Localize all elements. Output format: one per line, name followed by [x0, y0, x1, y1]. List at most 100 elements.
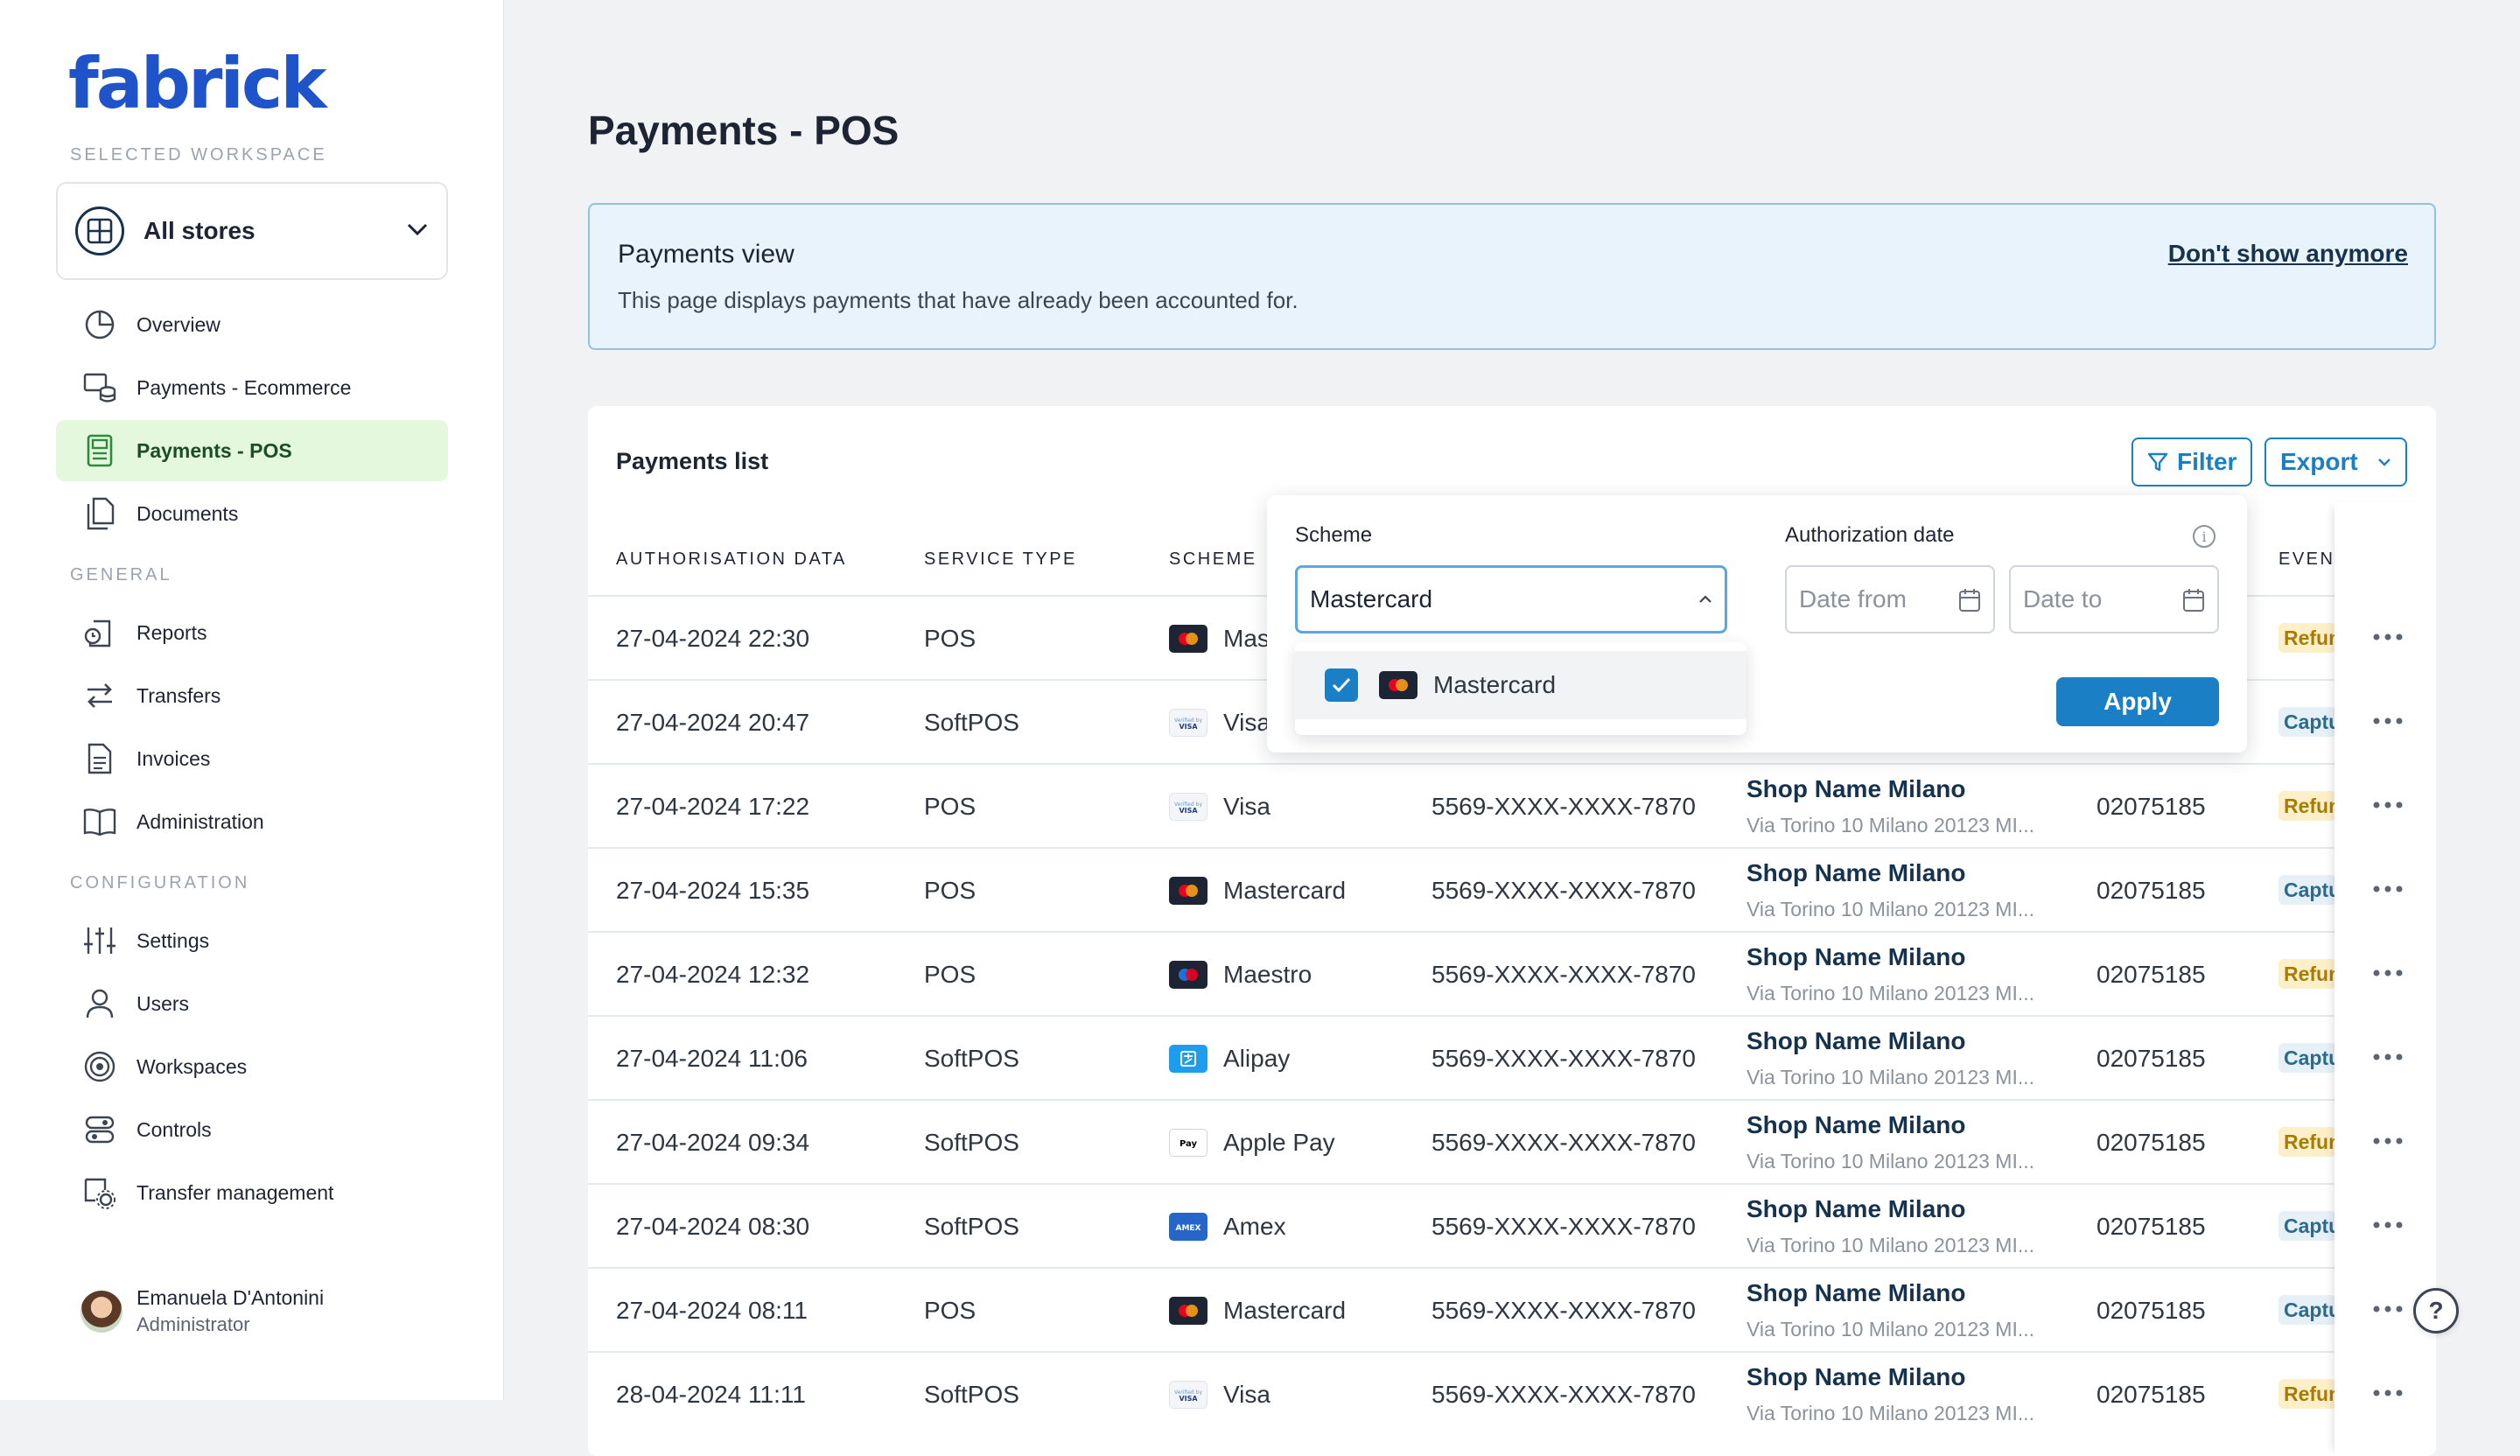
sidebar-item-users[interactable]: Users: [56, 973, 448, 1034]
workspace-section-label: SELECTED WORKSPACE: [70, 145, 327, 164]
visa-logo-icon: Verified by VISA: [1169, 793, 1208, 821]
column-header-scheme[interactable]: SCHEME: [1169, 550, 1257, 570]
date-from-input[interactable]: Date from: [1785, 565, 1995, 634]
workspace-select[interactable]: All stores: [56, 182, 448, 280]
row-actions-menu-icon[interactable]: [2373, 1015, 2403, 1099]
row-shop-name[interactable]: Shop Name Milano: [1746, 775, 1965, 803]
documents-icon: [82, 496, 117, 531]
row-service-type: SoftPOS: [924, 709, 1019, 736]
row-actions-menu-icon[interactable]: [2373, 847, 2403, 931]
row-actions-menu-icon[interactable]: [2373, 1267, 2403, 1351]
table-row[interactable]: 27-04-2024 09:34 SoftPOS Pay Apple Pay 5569…: [588, 1099, 2436, 1183]
date-to-input[interactable]: Date to: [2009, 565, 2219, 634]
sidebar-item-payments-pos[interactable]: Payments - POS: [56, 420, 448, 481]
help-button[interactable]: ?: [2413, 1288, 2459, 1334]
row-card-number: 5569-XXXX-XXXX-7870: [1432, 1045, 1696, 1072]
sidebar-item-workspaces[interactable]: Workspaces: [56, 1036, 448, 1097]
row-date: 27-04-2024 08:11: [616, 1297, 808, 1324]
visa-logo-icon: Verified by VISA: [1169, 709, 1208, 737]
scheme-dropdown: Mastercard: [1295, 642, 1746, 735]
row-date: 27-04-2024 09:34: [616, 1129, 810, 1156]
sidebar-item-settings[interactable]: Settings: [56, 910, 448, 971]
transfer-settings-icon: [82, 1175, 117, 1210]
general-section-label: GENERAL: [70, 565, 172, 584]
row-actions-menu-icon[interactable]: [2373, 1351, 2403, 1435]
row-shop-name[interactable]: Shop Name Milano: [1746, 1279, 1965, 1307]
row-card-number: 5569-XXXX-XXXX-7870: [1432, 1297, 1696, 1324]
sidebar-item-label: Overview: [136, 312, 220, 336]
row-shop-name[interactable]: Shop Name Milano: [1746, 1363, 1965, 1391]
sidebar-item-label: Transfers: [136, 683, 221, 707]
row-service-type: SoftPOS: [924, 1129, 1019, 1156]
row-actions-menu-icon[interactable]: [2373, 679, 2403, 763]
row-shop-name[interactable]: Shop Name Milano: [1746, 943, 1965, 971]
sidebar-item-label: Transfer management: [136, 1180, 334, 1204]
payments-list-title: Payments list: [616, 448, 769, 474]
sidebar-item-transfer-management[interactable]: Transfer management: [56, 1162, 448, 1223]
sidebar-item-invoices[interactable]: Invoices: [56, 728, 448, 789]
table-row[interactable]: 28-04-2024 11:11 SoftPOS Verified by VISA Vi…: [588, 1351, 2436, 1435]
table-row[interactable]: 27-04-2024 08:30 SoftPOS AMEX Amex 5569-XXXX…: [588, 1183, 2436, 1267]
row-date: 27-04-2024 11:06: [616, 1045, 808, 1072]
status-badge: Refund: [2278, 1127, 2336, 1157]
row-scheme: AMEX Amex: [1169, 1185, 1286, 1269]
sidebar-item-documents[interactable]: Documents: [56, 483, 448, 544]
row-shop-name[interactable]: Shop Name Milano: [1746, 859, 1965, 887]
filter-button[interactable]: Filter: [2132, 438, 2253, 486]
status-badge: Capture: [2278, 875, 2336, 905]
row-scheme-label: Visa: [1223, 709, 1270, 736]
sidebar-item-overview[interactable]: Overview: [56, 294, 448, 355]
info-banner-title: Payments view: [618, 240, 794, 269]
table-row[interactable]: 27-04-2024 08:11 POS Mastercard 5569-XXXX-X…: [588, 1267, 2436, 1351]
row-date: 27-04-2024 20:47: [616, 709, 810, 736]
row-terminal-id: 02075185: [2096, 961, 2206, 988]
chevron-down-icon: [2377, 458, 2391, 466]
sidebar-item-controls[interactable]: Controls: [56, 1099, 448, 1160]
sidebar-item-label: Payments - POS: [136, 438, 292, 462]
user-profile[interactable]: Emanuela D'Antonini Administrator: [80, 1286, 324, 1336]
row-terminal-id: 02075185: [2096, 1381, 2206, 1408]
scheme-option-mastercard[interactable]: Mastercard: [1295, 651, 1746, 719]
card-stack-icon: [82, 370, 117, 405]
info-banner: Payments view This page displays payment…: [588, 203, 2436, 350]
date-from-placeholder: Date from: [1799, 585, 1907, 612]
scheme-select[interactable]: Mastercard: [1295, 565, 1727, 634]
sidebar-item-reports[interactable]: Reports: [56, 602, 448, 663]
row-actions-menu-icon[interactable]: [2373, 1099, 2403, 1183]
table-row[interactable]: 27-04-2024 12:32 POS Maestro 5569-XXXX-XXXX…: [588, 931, 2436, 1015]
fabrick-logo[interactable]: fabrick: [68, 49, 327, 119]
export-button-label: Export: [2280, 448, 2358, 475]
row-shop-name[interactable]: Shop Name Milano: [1746, 1111, 1965, 1139]
row-shop-address: Via Torino 10 Milano 20123 MI...: [1746, 1318, 2035, 1340]
sidebar-item-transfers[interactable]: Transfers: [56, 665, 448, 726]
row-date: 27-04-2024 22:30: [616, 625, 810, 652]
row-service-type: SoftPOS: [924, 1381, 1019, 1408]
row-scheme-label: Apple Pay: [1223, 1129, 1335, 1156]
table-row[interactable]: 27-04-2024 11:06 SoftPOS Alipay 5569-XXXX-X…: [588, 1015, 2436, 1099]
row-shop-name[interactable]: Shop Name Milano: [1746, 1027, 1965, 1055]
column-header-service-type[interactable]: SERVICE TYPE: [924, 550, 1077, 570]
calendar-icon: [2182, 588, 2205, 619]
table-row[interactable]: 27-04-2024 17:22 POS Verified by VISA Visa 55…: [588, 763, 2436, 847]
sidebar-item-label: Settings: [136, 928, 210, 952]
row-terminal-id: 02075185: [2096, 1129, 2206, 1156]
dont-show-anymore-link[interactable]: Don't show anymore: [2168, 240, 2408, 268]
row-actions-menu-icon[interactable]: [2373, 763, 2403, 847]
mastercard-logo-icon: [1169, 625, 1208, 653]
row-actions-menu-icon[interactable]: [2373, 1183, 2403, 1267]
info-icon[interactable]: i: [2193, 525, 2216, 548]
row-shop-address: Via Torino 10 Milano 20123 MI...: [1746, 898, 2035, 920]
sidebar-item-label: Reports: [136, 620, 207, 644]
apply-button[interactable]: Apply: [2056, 677, 2219, 726]
status-badge: Refund: [2278, 1379, 2336, 1409]
export-button[interactable]: Export: [2264, 438, 2407, 486]
row-actions-menu-icon[interactable]: [2373, 595, 2403, 679]
table-row[interactable]: 27-04-2024 15:35 POS Mastercard 5569-XXXX-X…: [588, 847, 2436, 931]
sidebar-item-label: Payments - Ecommerce: [136, 375, 352, 399]
sidebar-item-payments-ecommerce[interactable]: Payments - Ecommerce: [56, 357, 448, 418]
sidebar-item-administration[interactable]: Administration: [56, 791, 448, 852]
row-shop-name[interactable]: Shop Name Milano: [1746, 1195, 1965, 1223]
row-actions-menu-icon[interactable]: [2373, 931, 2403, 1015]
column-header-authorisation-data[interactable]: AUTHORISATION DATA: [616, 550, 847, 570]
checkbox-checked[interactable]: [1325, 668, 1358, 702]
